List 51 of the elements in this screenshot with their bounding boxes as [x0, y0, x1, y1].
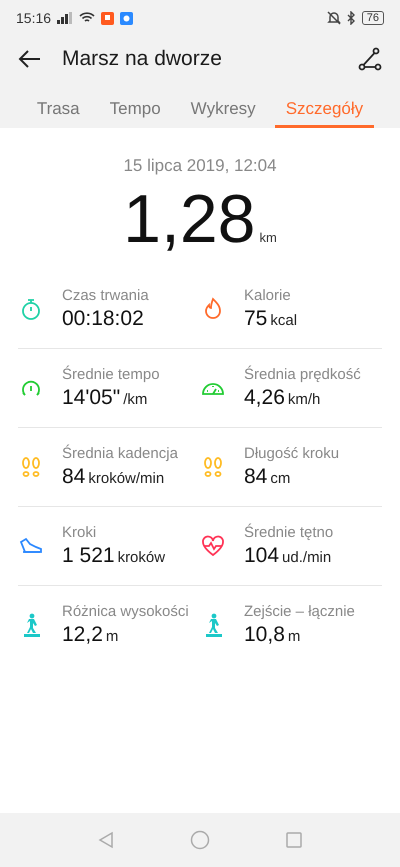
stat-label: Kroki — [62, 524, 98, 541]
stat-value: 12,2 — [62, 623, 103, 647]
stat-unit: m — [106, 628, 118, 645]
stat-label: Kalorie — [244, 287, 292, 304]
stat-value: 4,26 — [244, 386, 285, 410]
stat-unit: kroków/min — [88, 470, 164, 487]
stat-unit: /km — [123, 391, 148, 408]
stat-label: Średnie tętno — [244, 524, 334, 541]
stat-unit: m — [288, 628, 300, 645]
stat-value: 00:18:02 — [62, 307, 144, 331]
signal-icon — [57, 12, 74, 24]
stat-label: Czas trwania — [62, 287, 149, 304]
heart-rate-icon — [200, 533, 226, 559]
tab[interactable]: Trasa — [26, 92, 91, 128]
page-title: Marsz na dworze — [62, 47, 223, 71]
stat-label: Zejście – łącznie — [244, 603, 355, 620]
stat-value: 1 521 — [62, 544, 115, 568]
tab[interactable]: Szczegóły — [274, 92, 374, 128]
stat-unit: cm — [270, 470, 290, 487]
back-nav-button[interactable] — [97, 831, 116, 849]
stat-label: Średnia prędkość — [244, 366, 361, 383]
stat-value: 10,8 — [244, 623, 285, 647]
status-time: 15:16 — [16, 10, 52, 26]
stat-value: 75 — [244, 307, 268, 331]
back-button[interactable] — [18, 49, 42, 69]
stat-unit: kroków — [118, 549, 166, 566]
wifi-icon — [79, 12, 96, 24]
stat-unit: kcal — [270, 312, 298, 329]
stat-value: 104 — [244, 544, 280, 568]
app-notification-icon — [101, 12, 114, 24]
tab[interactable]: Wykresy — [180, 92, 267, 128]
workout-date: 15 lipca 2019, 12:04 — [122, 156, 278, 176]
recents-nav-button[interactable] — [284, 831, 303, 849]
tab[interactable]: Tempo — [98, 92, 172, 128]
mute-icon — [326, 11, 341, 25]
distance-unit: km — [260, 230, 277, 245]
route-button[interactable] — [358, 47, 382, 71]
app-notification-icon — [120, 12, 134, 24]
stat-label: Długość kroku — [244, 445, 340, 462]
home-nav-button[interactable] — [190, 830, 210, 850]
stat-label: Średnie tempo — [62, 366, 160, 383]
stat-value: 84 — [62, 465, 86, 489]
battery-indicator: 76 — [362, 11, 384, 25]
stat-label: Różnica wysokości — [62, 603, 189, 620]
bluetooth-icon — [346, 11, 356, 25]
distance-value: 1,28 — [123, 180, 256, 258]
stat-unit: km/h — [288, 391, 320, 408]
stat-value: 14'05" — [62, 386, 120, 410]
stat-label: Średnia kadencja — [62, 445, 178, 462]
stat-value: 84 — [244, 465, 268, 489]
stat-unit: ud./min — [282, 549, 332, 566]
